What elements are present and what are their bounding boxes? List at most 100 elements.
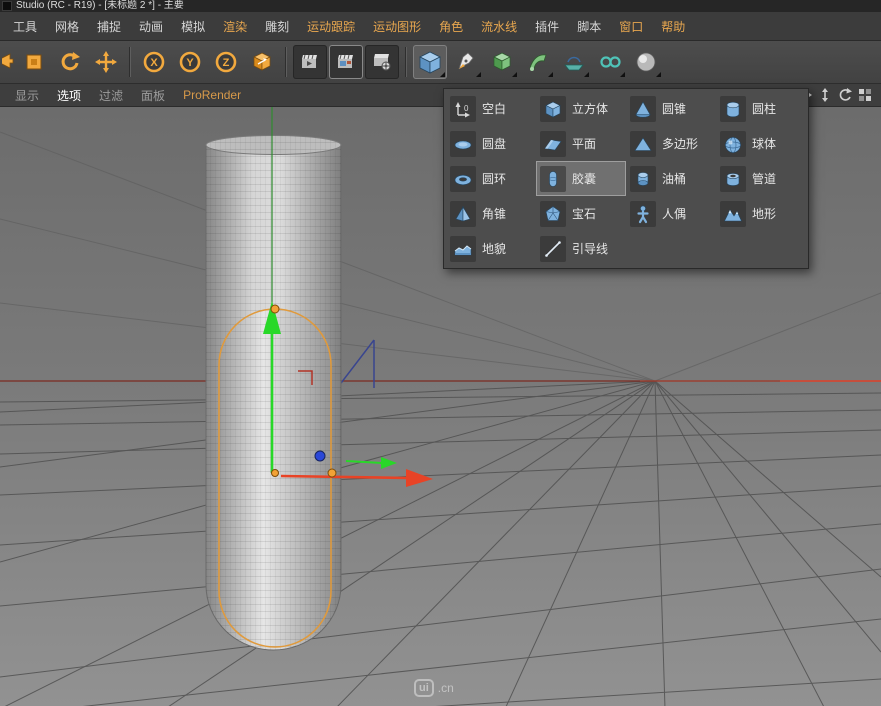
capsule-object[interactable]: [219, 309, 331, 647]
undo-icon: [2, 51, 14, 73]
axis-y-label: Y: [186, 57, 194, 69]
menu-plugins[interactable]: 插件: [526, 18, 568, 35]
flyout-indicator: [548, 72, 553, 77]
coordinate-system-button[interactable]: [245, 45, 279, 79]
viewport-menu-display[interactable]: 显示: [6, 87, 48, 104]
dolly-view-icon[interactable]: [817, 87, 833, 103]
undo-button[interactable]: [2, 45, 15, 79]
cube-icon: [540, 96, 566, 122]
flyout-item-polygon[interactable]: 多边形: [626, 126, 716, 161]
deformers-button[interactable]: [521, 45, 555, 79]
lock-x-icon: X: [142, 50, 166, 74]
flyout-item-cylinder[interactable]: 圆柱: [716, 91, 806, 126]
menu-tools[interactable]: 工具: [4, 18, 46, 35]
generators-icon: [490, 50, 514, 74]
move-tool-button[interactable]: [89, 45, 123, 79]
move-tool-icon: [95, 51, 117, 73]
flyout-indicator: [440, 72, 445, 77]
oiltank-icon: [630, 166, 656, 192]
orbit-view-icon[interactable]: [837, 87, 853, 103]
title-bar: Studio (RC - R19) - [未标题 2 *] - 主要: [0, 0, 881, 12]
lock-x-button[interactable]: X: [137, 45, 171, 79]
flyout-item-tube[interactable]: 管道: [716, 161, 806, 196]
floor-button[interactable]: [557, 45, 591, 79]
capsule-height-handle[interactable]: [271, 305, 279, 313]
menu-sculpt[interactable]: 雕刻: [256, 18, 298, 35]
menu-render[interactable]: 渲染: [214, 18, 256, 35]
viewport-menu-options[interactable]: 选项: [48, 87, 90, 104]
menu-character[interactable]: 角色: [430, 18, 472, 35]
coordinate-system-icon: [250, 50, 274, 74]
flyout-item-gem[interactable]: 宝石: [536, 196, 626, 231]
toolbar-separator: [405, 47, 407, 77]
render-view-button[interactable]: [293, 45, 327, 79]
add-primitive-button[interactable]: [413, 45, 447, 79]
axis-x-label: X: [150, 57, 158, 69]
lock-y-button[interactable]: Y: [173, 45, 207, 79]
flyout-item-label: 立方体: [572, 100, 608, 117]
render-picture-viewer-icon: [335, 51, 357, 73]
viewport-menu-panel[interactable]: 面板: [132, 87, 174, 104]
flyout-item-relief[interactable]: 地貌: [446, 231, 536, 266]
flyout-item-oiltank[interactable]: 油桶: [626, 161, 716, 196]
menu-mograph[interactable]: 运动图形: [364, 18, 430, 35]
menu-motion-tracker[interactable]: 运动跟踪: [298, 18, 364, 35]
gizmo-z-handle[interactable]: [315, 451, 325, 461]
pyramid-icon: [450, 201, 476, 227]
flyout-item-landscape[interactable]: 地形: [716, 196, 806, 231]
flyout-item-label: 圆环: [482, 170, 506, 187]
flyout-item-cone[interactable]: 圆锥: [626, 91, 716, 126]
flyout-item-figure[interactable]: 人偶: [626, 196, 716, 231]
window-title: Studio (RC - R19) - [未标题 2 *] - 主要: [16, 0, 184, 12]
menu-mesh[interactable]: 网格: [46, 18, 88, 35]
flyout-item-label: 空白: [482, 100, 506, 117]
flyout-item-sphere[interactable]: 球体: [716, 126, 806, 161]
flyout-item-label: 人偶: [662, 205, 686, 222]
generators-button[interactable]: [485, 45, 519, 79]
floor-icon: [562, 50, 586, 74]
flyout-item-null[interactable]: 0 空白: [446, 91, 536, 126]
spline-pen-button[interactable]: [449, 45, 483, 79]
lock-z-button[interactable]: Z: [209, 45, 243, 79]
menu-pipeline[interactable]: 流水线: [472, 18, 526, 35]
toggle-view-icon[interactable]: [857, 87, 873, 103]
flyout-item-guide[interactable]: 引导线: [536, 231, 626, 266]
light-button[interactable]: [629, 45, 663, 79]
flyout-item-capsule[interactable]: 胶囊: [536, 161, 626, 196]
flyout-item-torus[interactable]: 圆环: [446, 161, 536, 196]
render-picture-viewer-button[interactable]: [329, 45, 363, 79]
flyout-item-plane[interactable]: 平面: [536, 126, 626, 161]
flyout-indicator: [656, 72, 661, 77]
render-view-icon: [299, 51, 321, 73]
menu-snap[interactable]: 捕捉: [88, 18, 130, 35]
camera-icon: [598, 50, 622, 74]
flyout-empty-cell: [716, 231, 806, 266]
viewport-menu-prorender[interactable]: ProRender: [174, 88, 250, 102]
flyout-item-pyramid[interactable]: 角锥: [446, 196, 536, 231]
flyout-item-label: 胶囊: [572, 170, 596, 187]
camera-button[interactable]: [593, 45, 627, 79]
menu-simulate[interactable]: 模拟: [172, 18, 214, 35]
menu-animate[interactable]: 动画: [130, 18, 172, 35]
null-icon: 0: [450, 96, 476, 122]
flyout-empty-cell: [626, 231, 716, 266]
gizmo-origin[interactable]: [272, 470, 279, 477]
viewport-menu-filter[interactable]: 过滤: [90, 87, 132, 104]
application-window: Studio (RC - R19) - [未标题 2 *] - 主要 工具 网格…: [0, 0, 881, 706]
sphere-icon: [720, 131, 746, 157]
rotate-tool-button[interactable]: [53, 45, 87, 79]
menu-help[interactable]: 帮助: [652, 18, 694, 35]
guide-icon: [540, 236, 566, 262]
scale-tool-icon: [23, 51, 45, 73]
spline-pen-icon: [454, 50, 478, 74]
flyout-item-disc[interactable]: 圆盘: [446, 126, 536, 161]
flyout-item-label: 多边形: [662, 135, 698, 152]
scale-tool-button[interactable]: [17, 45, 51, 79]
menu-window[interactable]: 窗口: [610, 18, 652, 35]
flyout-item-cube[interactable]: 立方体: [536, 91, 626, 126]
menu-script[interactable]: 脚本: [568, 18, 610, 35]
flyout-item-label: 宝石: [572, 205, 596, 222]
capsule-radius-handle[interactable]: [328, 469, 336, 477]
gem-icon: [540, 201, 566, 227]
render-settings-button[interactable]: [365, 45, 399, 79]
